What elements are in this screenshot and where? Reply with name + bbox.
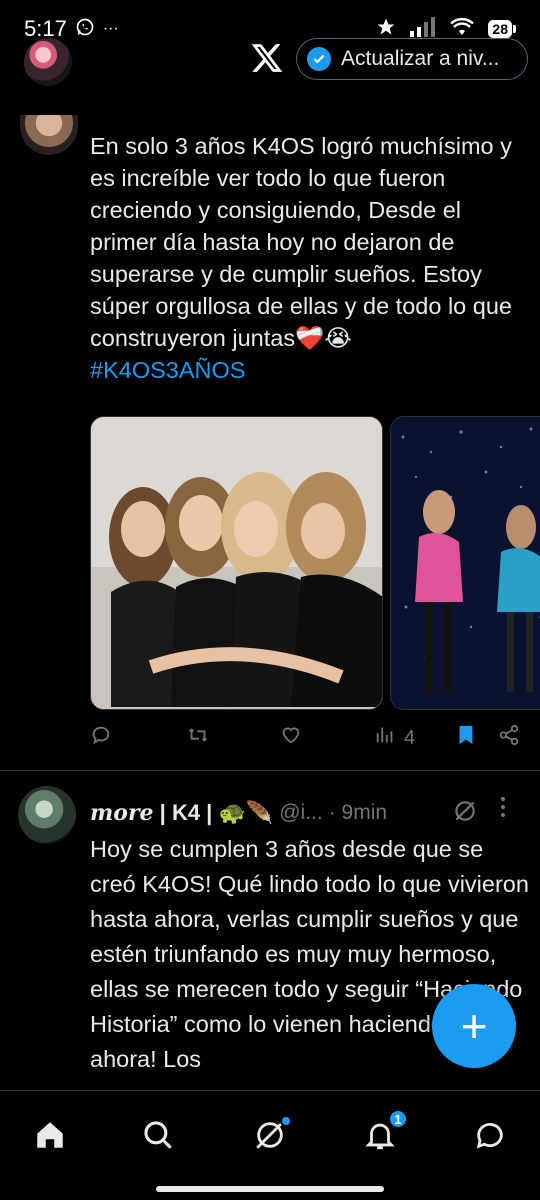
nav-grok[interactable] [250, 1115, 292, 1157]
nav-search[interactable] [138, 1117, 178, 1157]
search-icon [141, 1118, 175, 1157]
top-header: Actualizar a niv... [0, 30, 540, 94]
post-2-author-suffix: | K4 | 🐢🪶 [159, 800, 274, 825]
repost-icon [186, 724, 210, 752]
heart-icon [280, 724, 302, 752]
post-2-author-name: more [90, 800, 154, 826]
nav-messages[interactable] [470, 1117, 510, 1157]
repost-button[interactable] [186, 724, 210, 752]
post-1-photo-concert[interactable] [390, 416, 540, 710]
post-1-photo-group[interactable] [90, 416, 383, 710]
post-2-handle[interactable]: @i... [279, 801, 323, 825]
post-divider [0, 770, 540, 771]
reply-icon [90, 724, 112, 752]
notifications-badge: 1 [388, 1109, 408, 1129]
share-button[interactable] [498, 724, 520, 752]
more-options-icon[interactable] [500, 796, 506, 818]
views-chart-icon [374, 724, 396, 752]
post-2-time: · 9min [328, 801, 388, 824]
post-1-actions: 4 [90, 724, 530, 756]
bottom-navigation: 1 [0, 1090, 540, 1200]
profile-avatar[interactable] [24, 38, 72, 86]
nav-notifications[interactable]: 1 [360, 1109, 408, 1157]
upgrade-label: Actualizar a niv... [341, 47, 500, 70]
post-2-author[interactable]: more | K4 | 🐢🪶 [90, 800, 273, 826]
post-1-body: En solo 3 años K4OS logró muchísimo y es… [90, 133, 512, 351]
post-2-avatar[interactable] [18, 786, 76, 844]
home-indicator[interactable] [156, 1186, 384, 1192]
bookmark-button[interactable] [456, 724, 476, 752]
post-1-text: En solo 3 años K4OS logró muchísimo y es… [90, 130, 528, 386]
home-icon [33, 1118, 67, 1157]
like-button[interactable] [280, 724, 302, 752]
bookmark-icon [456, 724, 476, 752]
share-icon [498, 724, 520, 752]
x-logo-icon[interactable] [250, 40, 284, 85]
plus-icon: + [460, 1000, 488, 1052]
message-icon [473, 1118, 507, 1157]
reply-button[interactable] [90, 724, 112, 752]
views-count: 4 [404, 726, 416, 749]
grok-icon[interactable] [452, 798, 478, 829]
nav-home[interactable] [30, 1117, 70, 1157]
compose-button[interactable]: + [432, 984, 516, 1068]
post-1-header-cut [90, 114, 510, 130]
post-1-avatar[interactable] [20, 115, 78, 155]
post-1-media[interactable] [90, 416, 540, 710]
views-button[interactable]: 4 [374, 724, 415, 752]
post-2-header: more | K4 | 🐢🪶 @i... · 9min [90, 796, 510, 830]
upgrade-button[interactable]: Actualizar a niv... [296, 38, 528, 80]
verified-check-icon [307, 47, 331, 71]
post-1-hashtag[interactable]: #K4OS3AÑOS [90, 357, 245, 383]
grok-badge-dot [280, 1115, 292, 1127]
